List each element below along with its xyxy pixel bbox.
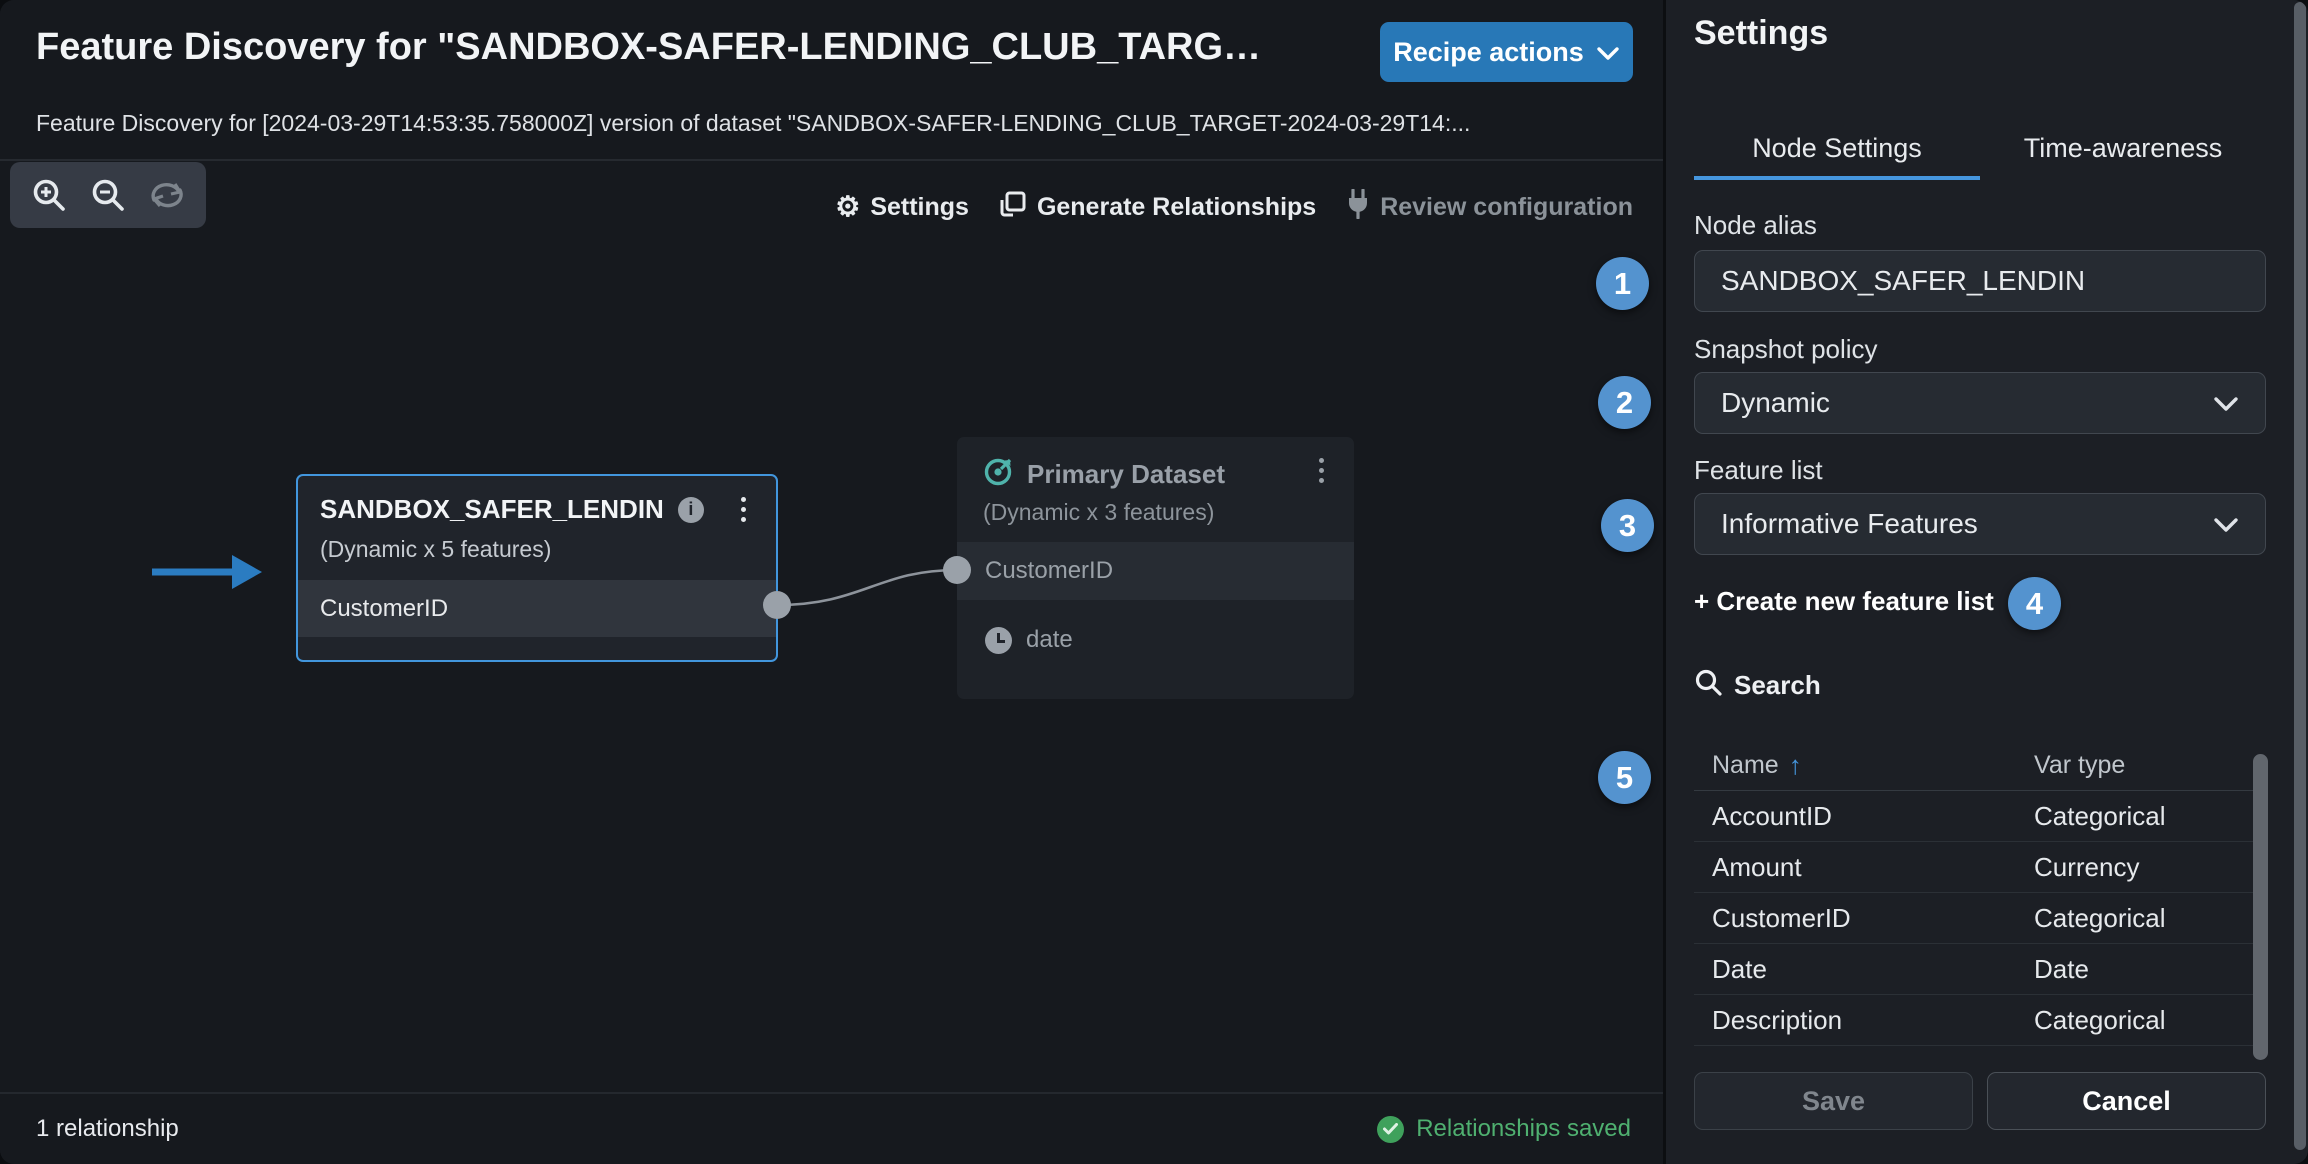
annotation-badge-2: 2	[1598, 376, 1651, 429]
chevron-down-icon	[2213, 508, 2239, 540]
annotation-badge-4: 4	[2008, 577, 2061, 630]
node-feature-row-date[interactable]: date	[957, 614, 1354, 666]
name-column-label: Name	[1712, 751, 1779, 780]
node-alias-value: SANDBOX_SAFER_LENDIN	[1721, 265, 2085, 297]
table-row[interactable]: AccountID Categorical	[1694, 791, 2254, 842]
node-subtitle: (Dynamic x 3 features)	[983, 499, 1214, 526]
clock-icon	[985, 627, 1012, 654]
search-label: Search	[1734, 670, 1821, 701]
graph-pane: Feature Discovery for "SANDBOX-SAFER-LEN…	[0, 0, 1663, 1164]
settings-panel-title: Settings	[1694, 14, 1828, 53]
annotation-badge-1: 1	[1596, 257, 1649, 310]
table-row[interactable]: CustomerID Categorical	[1694, 893, 2254, 944]
feature-name: Amount	[1694, 852, 2034, 883]
settings-toolbar-label: Settings	[870, 193, 969, 222]
feature-var-type: Date	[2034, 954, 2254, 985]
relationship-edge-layer	[0, 0, 1663, 1164]
table-row[interactable]: Date Date	[1694, 944, 2254, 995]
feature-var-type: Categorical	[2034, 903, 2254, 934]
feature-name: CustomerID	[1694, 903, 2034, 934]
search-icon	[1694, 668, 1722, 703]
node-alias-input[interactable]: SANDBOX_SAFER_LENDIN	[1694, 250, 2266, 312]
canvas-toolbar: ⚙ Settings Generate Relationships Review…	[835, 186, 1633, 228]
page-subtitle: Feature Discovery for [2024-03-29T14:53:…	[36, 110, 1636, 137]
feature-name: Description	[1694, 1005, 2034, 1036]
info-icon[interactable]: i	[678, 497, 704, 523]
fit-view-icon[interactable]	[144, 172, 190, 218]
node-feature-row-customerid[interactable]: CustomerID	[298, 580, 776, 637]
zoom-out-icon[interactable]	[85, 172, 131, 218]
chevron-down-icon	[2213, 387, 2239, 419]
feature-table-scrollbar[interactable]	[2253, 754, 2268, 1060]
kebab-menu-icon[interactable]	[1308, 453, 1334, 487]
node-title: Primary Dataset	[1027, 459, 1225, 490]
feature-discovery-window: Feature Discovery for "SANDBOX-SAFER-LEN…	[0, 0, 2308, 1164]
node-header: SANDBOX_SAFER_LENDIN i	[320, 494, 704, 525]
canvas-status-bar: 1 relationship Relationships saved	[0, 1092, 1663, 1164]
primary-dataset-node[interactable]: Primary Dataset (Dynamic x 3 features) C…	[957, 437, 1354, 699]
generate-relationships-button[interactable]: Generate Relationships	[999, 190, 1316, 225]
sort-ascending-icon: ↑	[1789, 750, 1802, 781]
settings-toolbar-button[interactable]: ⚙ Settings	[835, 193, 969, 222]
tab-time-awareness[interactable]: Time-awareness	[1980, 120, 2266, 180]
page-header: Feature Discovery for "SANDBOX-SAFER-LEN…	[0, 0, 1663, 161]
settings-tabs: Node Settings Time-awareness	[1694, 120, 2266, 180]
feature-var-type: Categorical	[2034, 1005, 2254, 1036]
review-configuration-label: Review configuration	[1380, 193, 1633, 222]
zoom-in-icon[interactable]	[26, 172, 72, 218]
relationship-count: 1 relationship	[36, 1115, 179, 1143]
check-circle-icon	[1377, 1116, 1404, 1143]
feature-var-type: Currency	[2034, 852, 2254, 883]
page-title: Feature Discovery for "SANDBOX-SAFER-LEN…	[36, 26, 1336, 69]
kebab-menu-icon[interactable]	[730, 492, 756, 526]
feature-list-select[interactable]: Informative Features	[1694, 493, 2266, 555]
feature-table-header: Name ↑ Var type	[1694, 740, 2254, 791]
column-header-name[interactable]: Name ↑	[1694, 750, 2034, 781]
table-row[interactable]: Amount Currency	[1694, 842, 2254, 893]
review-configuration-button[interactable]: Review configuration	[1346, 189, 1633, 226]
create-feature-list-link[interactable]: + Create new feature list	[1694, 586, 1994, 617]
save-button[interactable]: Save	[1694, 1072, 1973, 1130]
recipe-actions-label: Recipe actions	[1393, 37, 1584, 68]
tab-node-settings[interactable]: Node Settings	[1694, 120, 1980, 180]
table-row[interactable]: Description Categorical	[1694, 995, 2254, 1046]
gear-icon: ⚙	[835, 193, 860, 221]
generate-relationships-icon	[999, 190, 1027, 225]
snapshot-policy-value: Dynamic	[1721, 387, 1830, 419]
annotation-badge-5: 5	[1598, 751, 1651, 804]
plug-icon	[1346, 189, 1370, 226]
feature-name: Date	[1694, 954, 2034, 985]
column-header-var-type[interactable]: Var type	[2034, 751, 2254, 780]
annotation-arrow-icon	[152, 555, 262, 589]
snapshot-policy-select[interactable]: Dynamic	[1694, 372, 2266, 434]
feature-var-type: Categorical	[2034, 801, 2254, 832]
chevron-down-icon	[1596, 37, 1620, 68]
feature-table: Name ↑ Var type AccountID Categorical Am…	[1694, 740, 2254, 1046]
generate-relationships-label: Generate Relationships	[1037, 193, 1316, 222]
recipe-actions-button[interactable]: Recipe actions	[1380, 22, 1633, 82]
relationships-saved-status: Relationships saved	[1377, 1115, 1631, 1143]
node-alias-label: Node alias	[1694, 210, 1817, 241]
settings-panel-scrollbar[interactable]	[2294, 2, 2306, 1150]
node-header: Primary Dataset	[983, 457, 1225, 492]
relationships-saved-label: Relationships saved	[1416, 1115, 1631, 1143]
target-icon	[983, 457, 1013, 492]
feature-label: date	[1026, 626, 1073, 654]
snapshot-policy-label: Snapshot policy	[1694, 334, 1878, 365]
zoom-controls	[10, 162, 206, 228]
node-subtitle: (Dynamic x 5 features)	[320, 536, 551, 563]
node-feature-row-customerid[interactable]: CustomerID	[957, 542, 1354, 600]
node-title: SANDBOX_SAFER_LENDIN	[320, 494, 664, 525]
settings-panel: Settings Node Settings Time-awareness No…	[1666, 0, 2308, 1164]
feature-list-value: Informative Features	[1721, 508, 1978, 540]
feature-list-label: Feature list	[1694, 455, 1823, 486]
feature-name: AccountID	[1694, 801, 2034, 832]
annotation-badge-3: 3	[1601, 499, 1654, 552]
dataset-node-sandbox-safer-lendin[interactable]: SANDBOX_SAFER_LENDIN i (Dynamic x 5 feat…	[296, 474, 778, 662]
cancel-button[interactable]: Cancel	[1987, 1072, 2266, 1130]
search-toggle[interactable]: Search	[1694, 668, 1821, 703]
panel-buttons: Save Cancel	[1694, 1072, 2266, 1130]
